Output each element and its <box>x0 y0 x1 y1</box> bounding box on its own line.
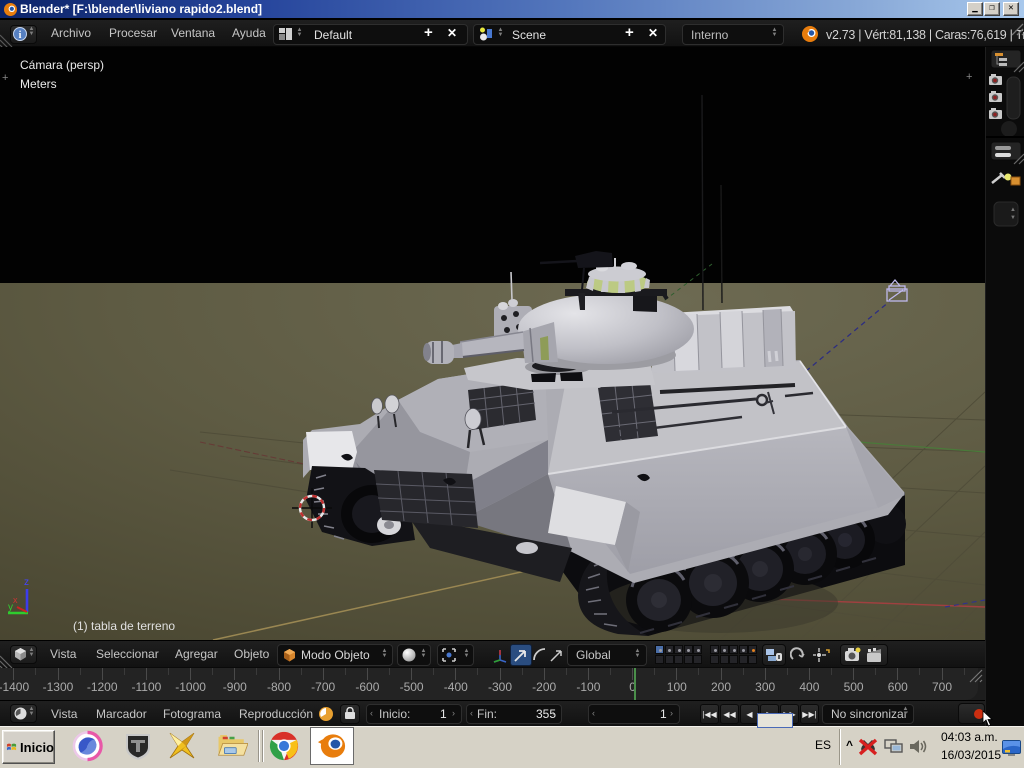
svg-text:x: x <box>13 595 18 605</box>
svg-text:Meters: Meters <box>20 77 57 91</box>
svg-text:▲: ▲ <box>1010 207 1016 213</box>
svg-text:+: + <box>966 71 972 83</box>
svg-text:Cámara (persp): Cámara (persp) <box>20 58 104 72</box>
svg-text:+: + <box>2 72 8 84</box>
svg-text:z: z <box>24 577 29 588</box>
svg-text:▼: ▼ <box>1010 215 1016 221</box>
svg-text:i: i <box>19 30 22 41</box>
svg-text:(1) tabla de terreno: (1) tabla de terreno <box>73 619 175 633</box>
